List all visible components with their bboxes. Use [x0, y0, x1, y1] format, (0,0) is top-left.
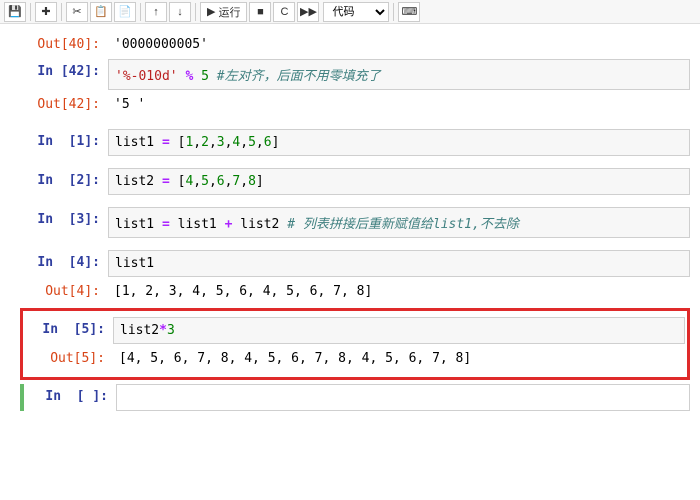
copy-button[interactable]: 📋 — [90, 2, 112, 22]
code-body[interactable]: '%-010d' % 5 #左对齐，后面不用零填充了 — [108, 59, 690, 90]
add-cell-button[interactable]: ✚ — [35, 2, 57, 22]
code-body[interactable]: list2*3 — [113, 317, 685, 344]
separator — [140, 3, 141, 21]
input-cell-42[interactable]: In [42]: '%-010d' % 5 #左对齐，后面不用零填充了 — [20, 59, 690, 90]
paste-button[interactable]: 📄 — [114, 2, 136, 22]
in-prompt: In [3]: — [20, 207, 108, 227]
input-cell-4[interactable]: In [4]: list1 — [20, 250, 690, 277]
separator — [61, 3, 62, 21]
out-body: '0000000005' — [108, 32, 690, 57]
in-prompt: In [42]: — [20, 59, 108, 79]
run-button[interactable]: ▶ 运行 — [200, 2, 247, 22]
in-prompt: In [ ]: — [28, 384, 116, 404]
output-cell-40: Out[40]: '0000000005' — [20, 32, 690, 57]
separator — [393, 3, 394, 21]
save-button[interactable]: 💾 — [4, 2, 26, 22]
move-up-button[interactable]: ↑ — [145, 2, 167, 22]
code-body[interactable] — [116, 384, 690, 411]
output-cell-5: Out[5]: [4, 5, 6, 7, 8, 4, 5, 6, 7, 8, 4… — [25, 346, 685, 371]
separator — [195, 3, 196, 21]
in-prompt: In [5]: — [25, 317, 113, 337]
toolbar: 💾 ✚ ✂ 📋 📄 ↑ ↓ ▶ 运行 ■ C ▶▶ 代码 ⌨ — [0, 0, 700, 24]
out-body: '5 ' — [108, 92, 690, 117]
out-body: [4, 5, 6, 7, 8, 4, 5, 6, 7, 8, 4, 5, 6, … — [113, 346, 685, 371]
in-prompt: In [4]: — [20, 250, 108, 270]
input-cell-1[interactable]: In [1]: list1 = [1,2,3,4,5,6] — [20, 129, 690, 156]
output-cell-4: Out[4]: [1, 2, 3, 4, 5, 6, 4, 5, 6, 7, 8… — [20, 279, 690, 304]
move-down-button[interactable]: ↓ — [169, 2, 191, 22]
separator — [30, 3, 31, 21]
code-body[interactable]: list1 — [108, 250, 690, 277]
out-prompt: Out[5]: — [25, 346, 113, 366]
celltype-select[interactable]: 代码 — [323, 2, 389, 22]
code-body[interactable]: list1 = [1,2,3,4,5,6] — [108, 129, 690, 156]
input-cell-3[interactable]: In [3]: list1 = list1 + list2 # 列表拼接后重新赋… — [20, 207, 690, 238]
output-cell-42: Out[42]: '5 ' — [20, 92, 690, 117]
in-prompt: In [2]: — [20, 168, 108, 188]
code-body[interactable]: list2 = [4,5,6,7,8] — [108, 168, 690, 195]
stop-button[interactable]: ■ — [249, 2, 271, 22]
out-prompt: Out[42]: — [20, 92, 108, 112]
input-cell-2[interactable]: In [2]: list2 = [4,5,6,7,8] — [20, 168, 690, 195]
out-body: [1, 2, 3, 4, 5, 6, 4, 5, 6, 7, 8] — [108, 279, 690, 304]
input-cell-blank[interactable]: In [ ]: — [20, 384, 690, 411]
notebook-area: Out[40]: '0000000005' In [42]: '%-010d' … — [0, 24, 700, 423]
play-icon: ▶ — [207, 5, 215, 18]
out-prompt: Out[4]: — [20, 279, 108, 299]
out-prompt: Out[40]: — [20, 32, 108, 52]
run-label: 运行 — [218, 4, 240, 20]
restart-button[interactable]: C — [273, 2, 295, 22]
code-body[interactable]: list1 = list1 + list2 # 列表拼接后重新赋值给list1,… — [108, 207, 690, 238]
command-palette-button[interactable]: ⌨ — [398, 2, 420, 22]
highlighted-group: In [5]: list2*3 Out[5]: [4, 5, 6, 7, 8, … — [20, 308, 690, 380]
input-cell-5[interactable]: In [5]: list2*3 — [25, 317, 685, 344]
restart-run-button[interactable]: ▶▶ — [297, 2, 319, 22]
in-prompt: In [1]: — [20, 129, 108, 149]
cut-button[interactable]: ✂ — [66, 2, 88, 22]
